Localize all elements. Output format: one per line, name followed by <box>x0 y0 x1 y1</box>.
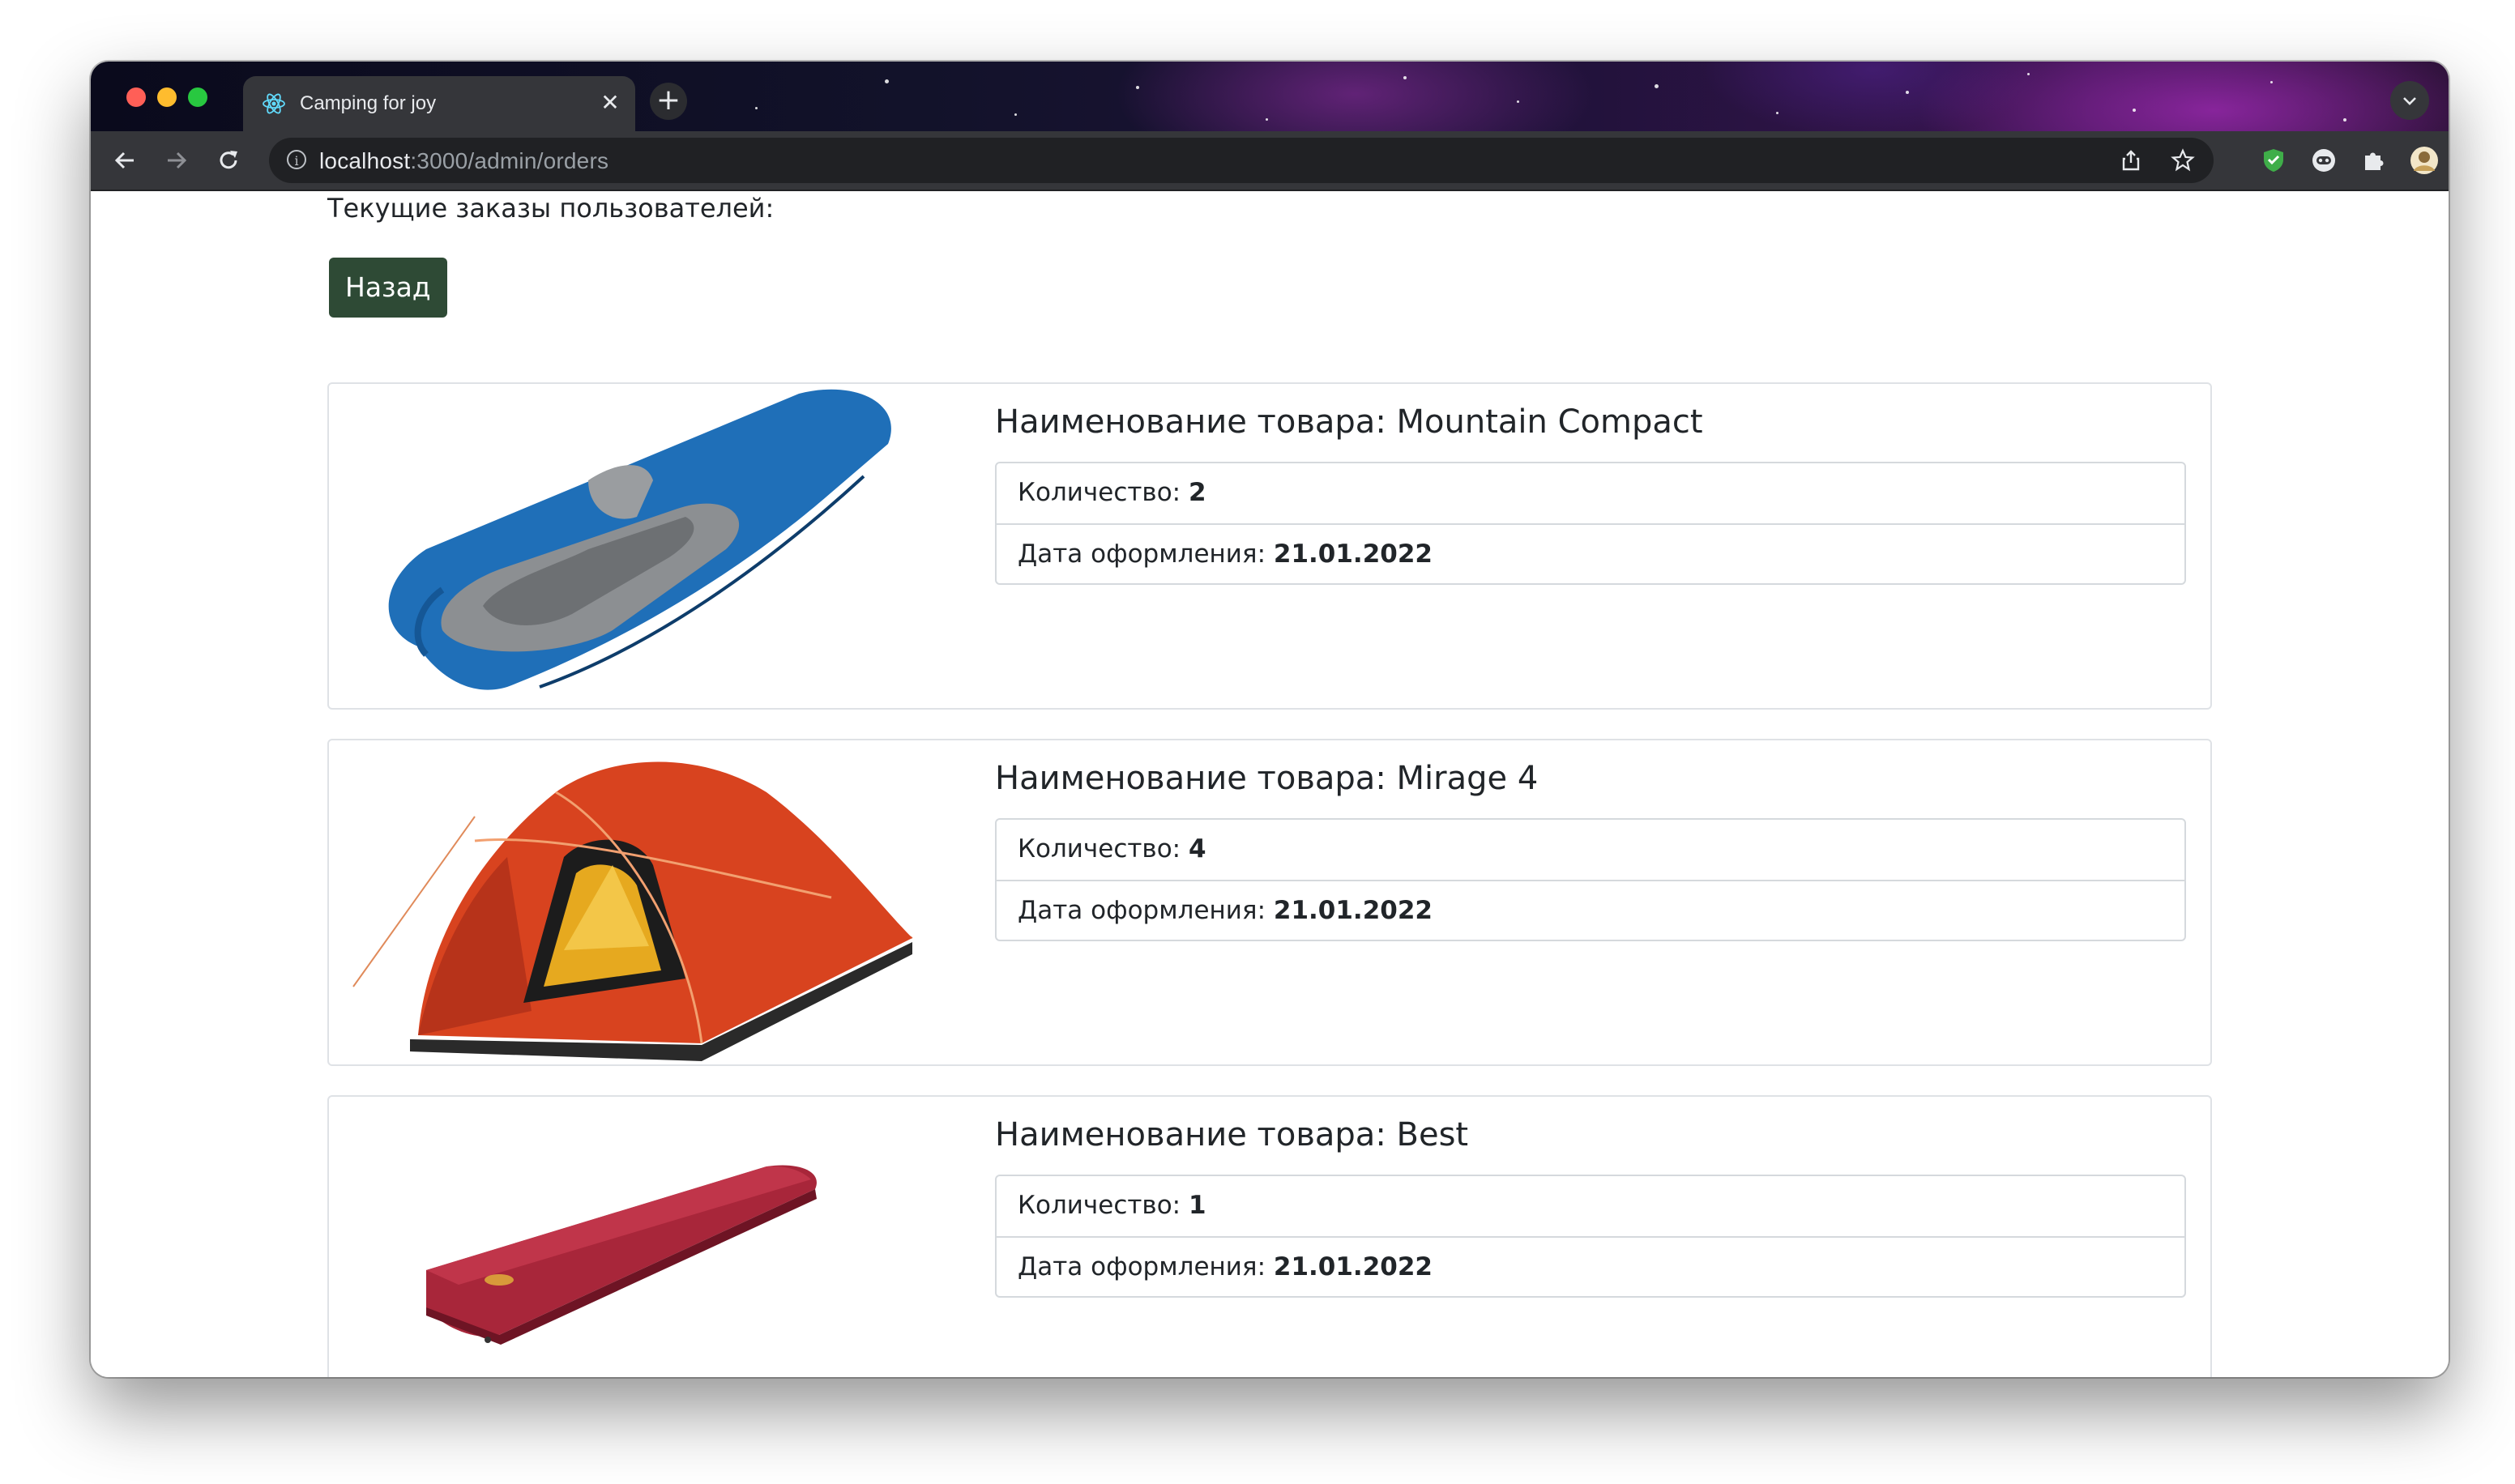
browser-toolbar: i localhost:3000/admin/orders <box>91 131 2449 191</box>
site-info-icon[interactable]: i <box>287 150 306 169</box>
product-name: Наименование товара: Best <box>995 1116 1469 1154</box>
close-window-button[interactable] <box>126 87 146 107</box>
order-date-row: Дата оформления: 21.01.2022 <box>997 523 2184 583</box>
order-details-list: Количество: 1 Дата оформления: 21.01.202… <box>995 1175 2186 1298</box>
browser-window: Camping for joy ✕ + i localhost:3000/adm… <box>91 62 2449 1377</box>
order-details-list: Количество: 4 Дата оформления: 21.01.202… <box>995 818 2186 941</box>
tab-camping-for-joy[interactable]: Camping for joy ✕ <box>243 76 635 131</box>
reload-icon[interactable] <box>209 141 248 180</box>
zoom-window-button[interactable] <box>188 87 207 107</box>
page-content: Текущие заказы пользователей: Назад Наим… <box>91 191 2449 1377</box>
react-icon <box>263 93 285 114</box>
order-date-row: Дата оформления: 21.01.2022 <box>997 880 2184 940</box>
quantity-row: Количество: 1 <box>1018 1191 1206 1220</box>
quantity-row: Количество: 2 <box>1018 478 1206 507</box>
order-card: Наименование товара: Best Количество: 1 … <box>327 1095 2212 1377</box>
order-details-list: Количество: 2 Дата оформления: 21.01.202… <box>995 462 2186 585</box>
bot-extension-icon[interactable] <box>2306 143 2342 178</box>
page-heading: Текущие заказы пользователей: <box>327 193 775 224</box>
profile-avatar-icon[interactable] <box>2406 143 2442 178</box>
minimize-window-button[interactable] <box>157 87 177 107</box>
order-date-row: Дата оформления: 21.01.2022 <box>997 1236 2184 1296</box>
puzzle-extensions-icon[interactable] <box>2356 143 2392 178</box>
tent-image <box>352 761 913 1061</box>
address-bar[interactable]: i localhost:3000/admin/orders <box>269 138 2214 183</box>
chevron-down-icon <box>2403 97 2416 105</box>
url-text[interactable]: localhost:3000/admin/orders <box>319 148 608 174</box>
order-card: Наименование товара: Mirage 4 Количество… <box>327 739 2212 1066</box>
shield-extension-icon[interactable] <box>2256 143 2291 178</box>
new-tab-button[interactable]: + <box>650 83 687 120</box>
product-name: Наименование товара: Mirage 4 <box>995 760 1539 797</box>
tab-search-button[interactable] <box>2390 81 2429 120</box>
tab-strip: Camping for joy ✕ + <box>91 62 2449 131</box>
tab-title: Camping for joy <box>300 92 437 114</box>
close-tab-icon[interactable]: ✕ <box>596 89 624 117</box>
forward-arrow-icon[interactable] <box>157 141 196 180</box>
quantity-row: Количество: 4 <box>1018 834 1206 864</box>
back-button[interactable]: Назад <box>329 258 447 318</box>
order-card: Наименование товара: Mountain Compact Ко… <box>327 382 2212 710</box>
product-name: Наименование товара: Mountain Compact <box>995 403 1703 441</box>
back-arrow-icon[interactable] <box>105 141 144 180</box>
sleeping-bag-image <box>388 389 891 690</box>
share-icon[interactable] <box>2113 143 2149 178</box>
bookmark-star-icon[interactable] <box>2165 143 2201 178</box>
sleeping-mat-image <box>426 1165 817 1345</box>
